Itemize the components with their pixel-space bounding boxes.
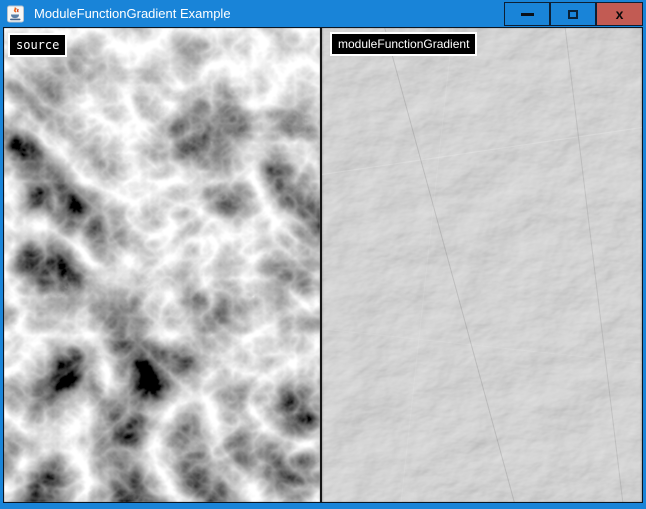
java-coffee-cup-icon[interactable] bbox=[7, 5, 24, 23]
window-controls: x bbox=[504, 2, 643, 26]
minimize-icon bbox=[521, 13, 534, 16]
gradient-noise-image bbox=[322, 28, 642, 502]
close-icon: x bbox=[616, 7, 624, 21]
app-window: ModuleFunctionGradient Example x bbox=[0, 0, 646, 509]
panel-gradient: moduleFunctionGradient bbox=[322, 28, 642, 502]
maximize-button[interactable] bbox=[550, 2, 596, 26]
maximize-icon bbox=[568, 10, 578, 19]
source-label: source bbox=[8, 33, 67, 57]
close-button[interactable]: x bbox=[596, 2, 643, 26]
titlebar[interactable]: ModuleFunctionGradient Example x bbox=[0, 0, 646, 28]
window-title: ModuleFunctionGradient Example bbox=[34, 0, 231, 28]
minimize-button[interactable] bbox=[504, 2, 550, 26]
source-noise-image bbox=[4, 28, 320, 502]
gradient-label: moduleFunctionGradient bbox=[330, 32, 477, 56]
panel-source: source bbox=[4, 28, 320, 502]
content-area: source bbox=[4, 28, 642, 502]
